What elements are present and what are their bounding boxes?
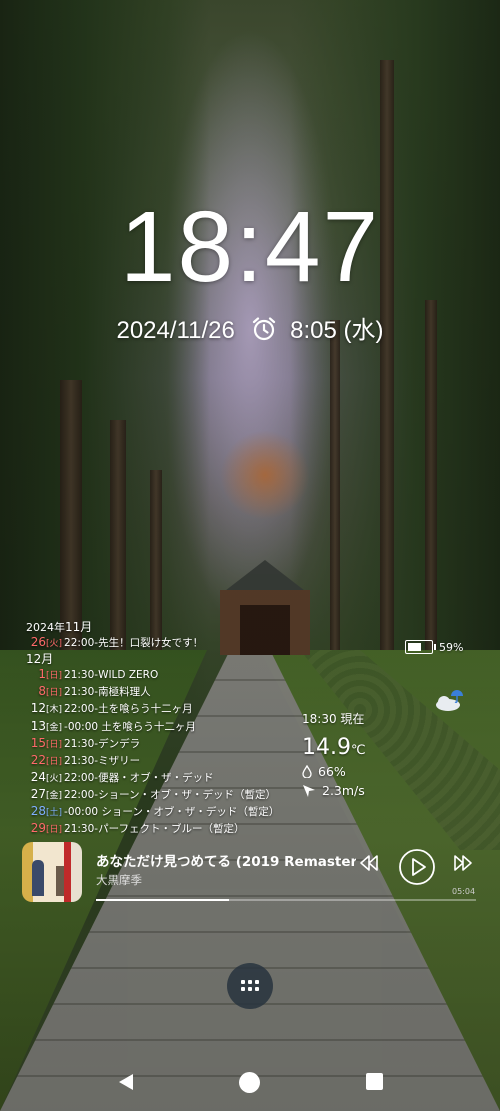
entry-weekday: [日] xyxy=(46,825,63,836)
weather-observed-time: 18:30 現在 xyxy=(302,712,365,726)
weekday-text: (水) xyxy=(343,317,384,344)
calendar-widget[interactable]: 2024年11月 26[火] 22:00-先生！口裂け女です！ 12月 1[日] 2… xyxy=(26,620,279,838)
entry-weekday: [木] xyxy=(46,705,63,716)
back-icon[interactable] xyxy=(116,1072,136,1092)
month-header: 12月 xyxy=(26,652,54,667)
temperature: 14.9℃ xyxy=(302,735,366,760)
entry-day: 24 xyxy=(30,769,46,784)
wind-direction-icon xyxy=(303,784,315,797)
recents-button[interactable] xyxy=(366,1073,383,1090)
cloud-umbrella-icon[interactable] xyxy=(434,687,464,717)
droplet-icon xyxy=(302,765,312,778)
song-title: あなただけ見つめてる (2019 Remastered) xyxy=(96,854,356,870)
entry-weekday: [日] xyxy=(46,756,63,767)
wind-row: 2.3m/s xyxy=(302,783,366,798)
humidity-row: 66% xyxy=(302,764,366,779)
entry-day: 12 xyxy=(30,701,46,716)
entry-text: 21:30-ミザリー xyxy=(64,754,141,767)
schedule-entry[interactable]: 24[火] 22:00-便器・オブ・ザ・デッド xyxy=(26,770,279,787)
entry-weekday: [日] xyxy=(46,739,63,750)
entry-text: 21:30-南極料理人 xyxy=(64,686,151,699)
entry-day: 15 xyxy=(30,735,46,750)
previous-track-button[interactable] xyxy=(358,852,380,878)
wallpaper xyxy=(0,0,500,1111)
home-button[interactable] xyxy=(239,1072,260,1093)
schedule-entry[interactable]: 1[日] 21:30-WILD ZERO xyxy=(26,667,279,684)
entry-day: 27 xyxy=(30,786,46,801)
battery-icon xyxy=(405,640,436,654)
date-text: 2024/11/26 xyxy=(116,317,235,344)
schedule-entry[interactable]: 28[土] -00:00 ショーン・オブ・ザ・デッド（暫定） xyxy=(26,804,280,821)
entry-day: 22 xyxy=(30,752,46,767)
entry-weekday: [火] xyxy=(46,639,63,650)
grid-icon xyxy=(241,980,259,991)
wind-value: 2.3m/s xyxy=(322,783,365,798)
next-track-button[interactable] xyxy=(452,852,474,878)
media-player[interactable]: あなただけ見つめてる (2019 Remastered) 大黒摩季 05:04 xyxy=(22,842,482,904)
entry-text: 22:00-便器・オブ・ザ・デッド xyxy=(64,771,214,784)
schedule-entry[interactable]: 8[日] 21:30-南極料理人 xyxy=(26,684,279,701)
entry-weekday: [金] xyxy=(46,790,63,801)
entry-text: 21:30-デンデラ xyxy=(64,737,141,750)
humidity-value: 66% xyxy=(318,764,346,779)
alarm-clock-icon xyxy=(251,316,277,349)
schedule-entry[interactable]: 22[日] 21:30-ミザリー xyxy=(26,753,279,770)
entry-day: 26 xyxy=(30,635,46,650)
entry-text: 21:30-パーフェクト・ブルー（暫定） xyxy=(64,823,245,836)
song-artist: 大黒摩季 xyxy=(96,873,142,887)
play-icon xyxy=(399,849,435,885)
entry-text: 22:00-土を喰らう十二ヶ月 xyxy=(64,703,193,716)
alarm-time: 8:05 xyxy=(290,317,337,344)
entry-weekday: [日] xyxy=(46,688,63,699)
entry-text: 21:30-WILD ZERO xyxy=(64,669,159,682)
clock[interactable]: 18:47 xyxy=(0,190,500,305)
entry-day: 29 xyxy=(30,821,46,836)
navigation-bar xyxy=(0,1060,500,1105)
entry-weekday: [土] xyxy=(46,808,63,819)
schedule-entry[interactable]: 29[日] 21:30-パーフェクト・ブルー（暫定） xyxy=(26,821,279,838)
entry-day: 28 xyxy=(30,804,46,819)
battery-percent: 59% xyxy=(439,640,464,654)
rewind-icon xyxy=(360,855,378,871)
song-duration: 05:04 xyxy=(452,887,476,896)
entry-text: -00:00 ショーン・オブ・ザ・デッド（暫定） xyxy=(64,806,280,819)
progress-bar[interactable] xyxy=(96,899,476,901)
schedule-entry[interactable]: 15[日] 21:30-デンデラ xyxy=(26,736,279,753)
entry-text: -00:00 土を喰らう十二ヶ月 xyxy=(64,720,196,733)
entry-weekday: [金] xyxy=(46,722,63,733)
month-header: 2024年11月 xyxy=(26,620,93,634)
fast-forward-icon xyxy=(454,855,472,871)
album-art[interactable] xyxy=(22,842,82,902)
entry-day: 8 xyxy=(38,684,46,699)
entry-day: 13 xyxy=(30,718,46,733)
schedule-entry[interactable]: 27[金] 22:00-ショーン・オブ・ザ・デッド（暫定） xyxy=(26,787,279,804)
play-button[interactable] xyxy=(398,848,436,890)
entry-text: 22:00-ショーン・オブ・ザ・デッド（暫定） xyxy=(64,788,277,801)
schedule-entry[interactable]: 13[金] -00:00 土を喰らう十二ヶ月 xyxy=(26,719,279,736)
weather-widget[interactable]: 18:30 現在 14.9℃ 66% 2.3m/s xyxy=(302,710,366,798)
app-drawer-button[interactable] xyxy=(227,963,273,1009)
entry-weekday: [日] xyxy=(46,671,63,682)
schedule-entry[interactable]: 12[木] 22:00-土を喰らう十二ヶ月 xyxy=(26,701,279,718)
entry-weekday: [火] xyxy=(46,773,63,784)
date-alarm-line[interactable]: 2024/11/26 8:05 (水) xyxy=(0,310,500,349)
schedule-entry[interactable]: 26[火] 22:00-先生！口裂け女です！ xyxy=(26,635,279,652)
battery-indicator: 59% xyxy=(405,640,463,654)
entry-text: 22:00-先生！口裂け女です！ xyxy=(64,637,204,650)
entry-day: 1 xyxy=(38,667,46,682)
